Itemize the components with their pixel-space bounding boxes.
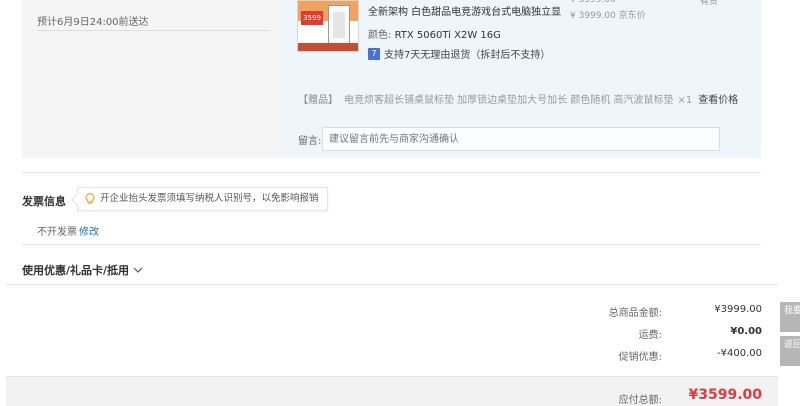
back-to-top-tab[interactable]: 返回顶部 <box>780 336 800 366</box>
remark-label: 留言: <box>298 136 322 147</box>
section-divider <box>22 172 761 173</box>
section-divider <box>22 244 761 245</box>
gift-row: 【赠品】 电竞烦客超长铺桌鼠标垫 加厚锁边桌垫加大号加长 颜色随机 高汽波鼠标垫 ×… <box>298 91 738 106</box>
panel-bottom-border <box>6 284 778 285</box>
chevron-down-icon <box>133 267 143 273</box>
remark-input[interactable] <box>322 127 720 151</box>
coupon-toggle[interactable]: 使用优惠/礼品卡/抵用 <box>22 262 143 278</box>
qty-clipped: 有货 <box>700 0 719 7</box>
gift-view-price-link[interactable]: 查看价格 <box>698 95 738 106</box>
spec-label: 颜色: <box>368 30 392 41</box>
discount-label: 促销优惠: <box>618 352 662 363</box>
gift-tag: 【赠品】 <box>298 95 338 106</box>
invoice-tip: 开企业抬头发票须填写纳税人识别号，以免影响报销 <box>77 187 328 211</box>
invoice-title: 发票信息 <box>22 195 66 208</box>
invoice-tip-text: 开企业抬头发票须填写纳税人识别号，以免影响报销 <box>100 193 319 204</box>
coupon-title: 使用优惠/礼品卡/抵用 <box>22 264 130 277</box>
total-value: ¥3599.00 <box>688 387 762 403</box>
discount-value: -¥400.00 <box>717 348 762 359</box>
price-badge: 3599 <box>301 11 323 25</box>
return-policy: 7 支持7天无理由退货（拆封后不支持） <box>368 46 550 61</box>
return-policy-icon: 7 <box>368 47 380 60</box>
feedback-tab[interactable]: 我要反馈 <box>780 302 800 332</box>
gift-text[interactable]: 电竞烦客超长铺桌鼠标垫 加厚锁边桌垫加大号加长 颜色随机 高汽波鼠标垫 <box>344 95 674 106</box>
freight-label: 运费: <box>638 330 662 341</box>
spec-value: RTX 5060Ti X2W 16G <box>394 30 501 41</box>
price-clipped: ¥ 3599.00 <box>570 0 616 5</box>
gift-qty: ×1 <box>677 95 693 106</box>
product-thumbnail[interactable]: 3599 <box>297 0 359 52</box>
goods-total-value: ¥3999.00 <box>714 304 762 315</box>
total-label: 应付总额: <box>618 395 662 406</box>
product-original-price: ¥ 3999.00 京东价 <box>570 11 646 21</box>
return-policy-text: 支持7天无理由退货（拆封后不支持） <box>384 50 551 61</box>
goods-total-label: 总商品金额: <box>608 308 662 319</box>
product-spec: 颜色: RTX 5060Ti X2W 16G <box>368 26 501 41</box>
invoice-edit-link[interactable]: 修改 <box>79 223 99 238</box>
invoice-value: 不开发票 <box>37 227 77 238</box>
lightbulb-icon <box>85 193 95 204</box>
freight-value: ¥0.00 <box>730 326 762 337</box>
product-name[interactable]: 全新架构 白色甜品电竞游戏台式电脑独立显 <box>368 3 561 18</box>
delivery-estimate: 预计6月9日24:00前送达 <box>37 17 149 28</box>
delivery-divider <box>37 30 270 31</box>
pc-case-image <box>328 5 350 45</box>
